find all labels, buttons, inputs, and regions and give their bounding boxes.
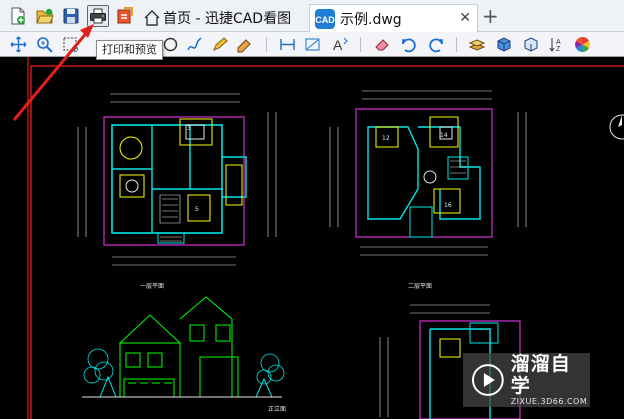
export-button[interactable]	[114, 5, 136, 27]
zoom-icon	[36, 36, 53, 53]
print-tooltip: 打印和预览	[96, 40, 163, 60]
pan-button[interactable]	[8, 34, 28, 54]
label-elevation: 正立面	[268, 405, 286, 413]
redo-icon	[428, 37, 443, 52]
3d-view-icon	[524, 36, 537, 52]
svg-text:5: 5	[195, 206, 199, 213]
tab-home-label: 首页 - 迅捷CAD看图	[163, 11, 292, 27]
polyline-icon	[186, 36, 202, 50]
svg-text:16: 16	[444, 202, 452, 209]
polyline-button[interactable]	[184, 34, 204, 54]
color-wheel-icon	[574, 36, 590, 52]
pan-icon	[10, 36, 26, 52]
sort-button[interactable]: AZ	[546, 34, 566, 54]
pencil-button[interactable]	[209, 34, 229, 54]
svg-text:12: 12	[382, 135, 390, 142]
watermark-logo: 溜溜自学 ZIXUE.3D66.COM	[463, 353, 590, 407]
print-button[interactable]	[87, 5, 109, 27]
save-button[interactable]	[60, 5, 82, 27]
measure-button[interactable]	[277, 34, 297, 54]
watermark-title: 溜溜自学	[510, 353, 571, 397]
area-icon	[305, 38, 319, 50]
svg-text:14: 14	[440, 132, 448, 139]
new-tab-button[interactable]: +	[482, 5, 499, 27]
sort-icon: AZ	[549, 37, 561, 53]
save-icon	[63, 8, 79, 24]
tab-home[interactable]: 首页 - 迅捷CAD看图	[143, 4, 303, 32]
tab-document-label: 示例.dwg	[340, 11, 402, 28]
cube-icon	[497, 36, 510, 52]
layers-button[interactable]	[466, 34, 486, 54]
title-tab-bar: 首页 - 迅捷CAD看图 CAD 示例.dwg ✕ +	[0, 0, 624, 32]
zoom-window-icon	[63, 37, 78, 52]
3d-button[interactable]	[493, 34, 513, 54]
pencil-icon	[212, 36, 228, 51]
svg-text:Z: Z	[556, 46, 561, 53]
eraser-icon	[374, 38, 389, 50]
trees	[83, 348, 285, 385]
zoom-button[interactable]	[34, 34, 54, 54]
undo-button[interactable]	[398, 34, 418, 54]
new-file-button[interactable]	[7, 5, 29, 27]
undo-icon	[401, 37, 416, 52]
front-elevation	[82, 296, 282, 398]
zoom-window-button[interactable]	[60, 34, 80, 54]
svg-text:A: A	[556, 39, 561, 46]
close-tab-icon[interactable]: ✕	[459, 10, 471, 26]
export-pdf-icon	[117, 7, 133, 24]
first-floor-plan: 35	[77, 93, 277, 266]
3d-view-button[interactable]	[520, 34, 540, 54]
circle-button[interactable]	[160, 34, 180, 54]
redo-button[interactable]	[426, 34, 446, 54]
layers-icon	[468, 38, 485, 51]
measure-icon	[279, 38, 295, 50]
text-button[interactable]: A	[330, 34, 350, 54]
svg-text:A: A	[333, 37, 343, 53]
tab-document[interactable]: CAD 示例.dwg ✕	[309, 4, 478, 32]
watermark-subtitle: ZIXUE.3D66.COM	[510, 397, 588, 406]
svg-text:3: 3	[187, 125, 191, 132]
play-logo-icon	[471, 364, 504, 396]
cad-doc-icon: CAD	[315, 8, 335, 29]
eraser-button[interactable]	[372, 34, 392, 54]
home-icon	[144, 10, 160, 26]
drawing-toolbar: A AZ	[0, 32, 624, 57]
color-button[interactable]	[572, 34, 592, 54]
svg-text:CAD: CAD	[315, 15, 335, 25]
circle-icon	[163, 37, 177, 51]
new-file-icon	[11, 7, 25, 25]
label-second-floor: 二层平面	[408, 283, 432, 290]
label-first-floor: 一层平面	[140, 283, 164, 290]
second-floor-plan: 12 14 16	[329, 90, 527, 256]
open-file-button[interactable]	[34, 5, 56, 27]
print-icon	[90, 8, 106, 24]
text-icon: A	[333, 37, 348, 53]
markup-button[interactable]	[234, 34, 254, 54]
open-folder-icon	[36, 8, 54, 24]
area-button[interactable]	[302, 34, 322, 54]
north-arrow	[609, 114, 624, 140]
markup-icon	[237, 38, 251, 52]
drawing-canvas[interactable]: 35 12 14 16 一层平面 二层平面 正立面 溜溜自学 ZIXUE.3D6…	[0, 57, 624, 419]
